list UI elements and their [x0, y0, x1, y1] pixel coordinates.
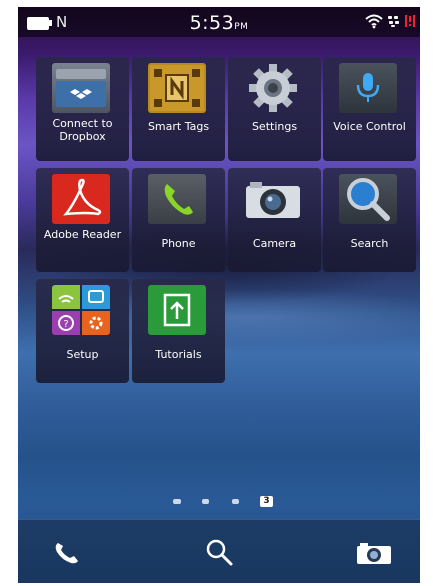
phone-icon[interactable] [52, 540, 82, 566]
clock: 5:53PM [18, 12, 420, 34]
app-label: Phone [161, 237, 196, 250]
page-dot[interactable] [232, 499, 239, 504]
home-screen: N 5:53PM Connect to Dropbox Smart Tags S… [18, 7, 420, 583]
status-bar: N 5:53PM [18, 7, 420, 37]
setup-icon: ? [52, 285, 110, 335]
app-search[interactable]: Search [323, 168, 416, 272]
app-label: Setup [66, 348, 99, 361]
camera-icon[interactable] [356, 541, 392, 565]
app-voice-control[interactable]: Voice Control [323, 57, 416, 161]
app-label: Connect to Dropbox [52, 117, 113, 143]
notification-icon [405, 15, 415, 27]
search-icon [339, 174, 397, 224]
app-connect-to-dropbox[interactable]: Connect to Dropbox [36, 57, 129, 161]
microphone-icon [339, 63, 397, 113]
app-label: Adobe Reader [43, 228, 122, 241]
bbm-icon [388, 16, 399, 27]
app-adobe-reader[interactable]: Adobe Reader [36, 168, 129, 272]
app-label: Smart Tags [147, 120, 210, 133]
dock-bar [18, 519, 420, 583]
app-tutorials[interactable]: Tutorials [132, 279, 225, 383]
camera-icon [244, 174, 302, 224]
app-settings[interactable]: Settings [228, 57, 321, 161]
wifi-icon [365, 14, 383, 29]
dropbox-icon [52, 63, 110, 113]
page-dot[interactable] [202, 499, 209, 504]
app-smart-tags[interactable]: Smart Tags [132, 57, 225, 161]
smart-tags-icon [148, 63, 206, 113]
page-indicator: 3 [18, 496, 420, 508]
gear-icon [244, 63, 302, 113]
clock-ampm: PM [234, 22, 249, 32]
adobe-reader-icon [52, 174, 110, 224]
search-icon[interactable] [204, 538, 234, 566]
app-label: Settings [251, 120, 298, 133]
page-dot-current[interactable]: 3 [260, 496, 273, 507]
app-setup[interactable]: ? Setup [36, 279, 129, 383]
app-label: Search [350, 237, 389, 250]
app-label: Camera [252, 237, 297, 250]
clock-time: 5:53 [189, 12, 235, 34]
app-phone[interactable]: Phone [132, 168, 225, 272]
tutorials-icon [148, 285, 206, 335]
svg-text:?: ? [63, 319, 68, 330]
app-camera[interactable]: Camera [228, 168, 321, 272]
app-label: Tutorials [155, 348, 202, 361]
page-dot[interactable] [173, 499, 181, 504]
phone-icon [148, 174, 206, 224]
app-label: Voice Control [333, 120, 406, 133]
